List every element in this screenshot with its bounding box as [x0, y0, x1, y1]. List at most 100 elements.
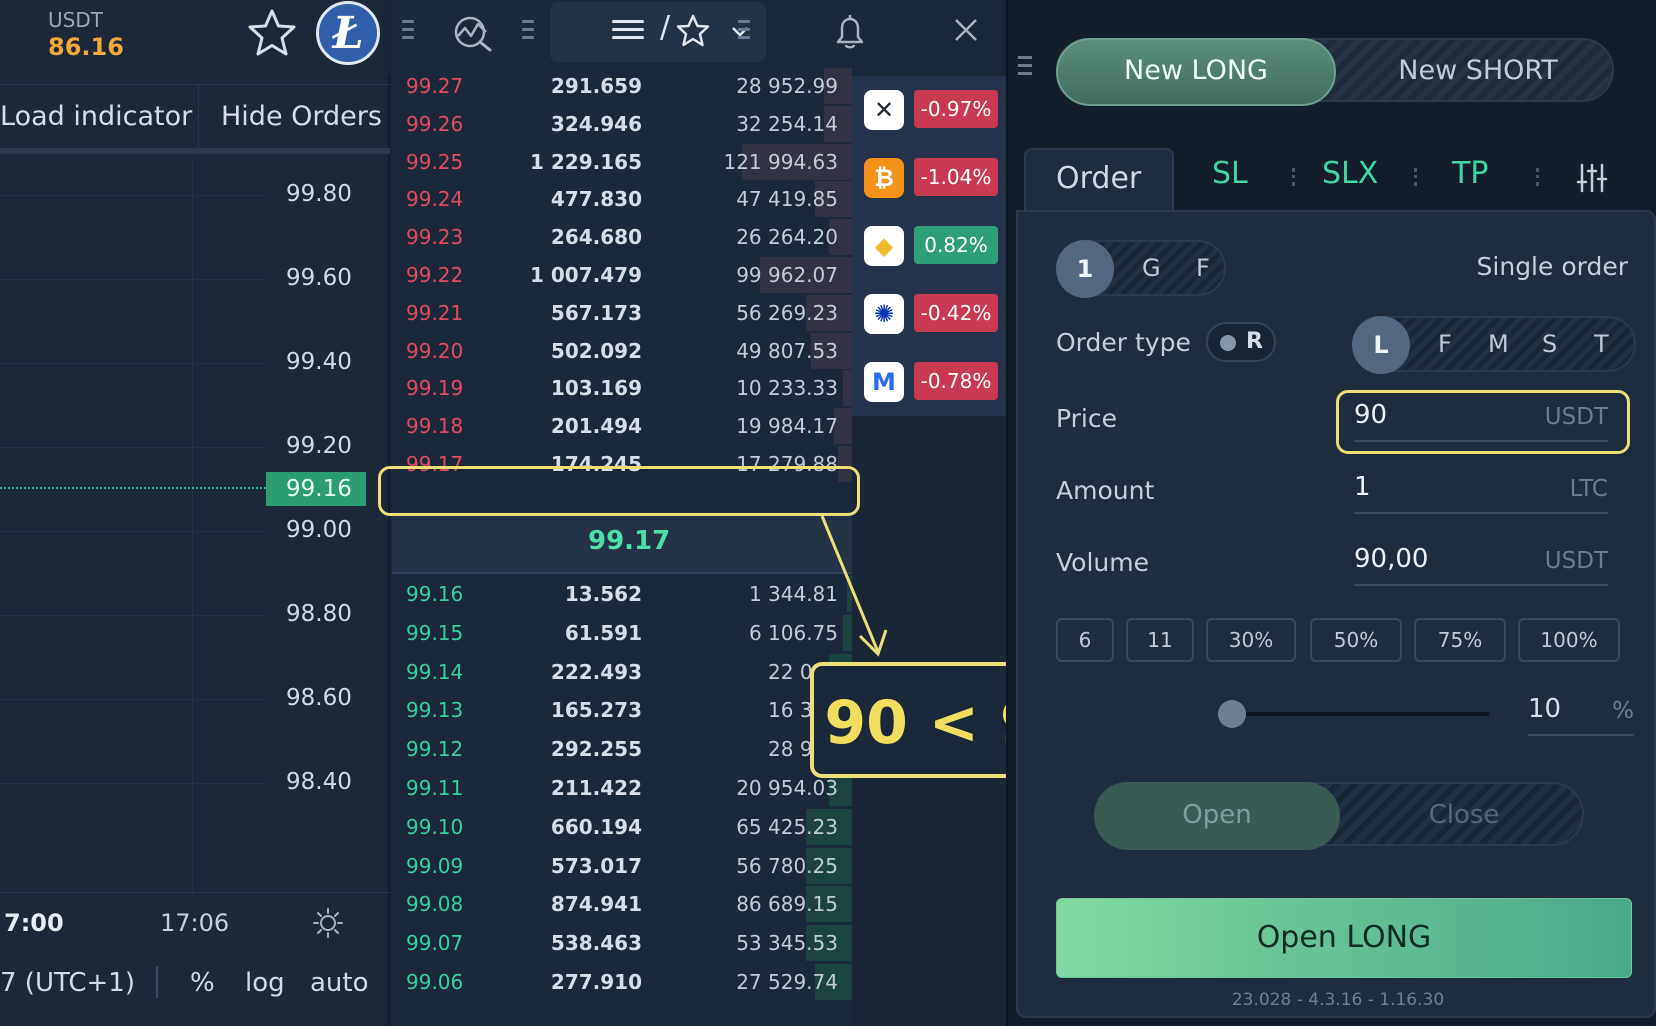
bid-row[interactable]: 99.11 211.422 20 954.03	[392, 768, 852, 808]
open-long-button[interactable]: Open LONG	[1056, 898, 1632, 978]
row-amount: 660.194	[550, 814, 642, 839]
ask-row[interactable]: 99.21 567.173 56 269.23	[392, 293, 852, 333]
watchlist-item[interactable]: ✺ -0.42%	[852, 280, 1006, 348]
bid-row[interactable]: 99.13 165.273 16 383	[392, 690, 852, 730]
row-total: 121 994.63	[723, 149, 838, 174]
ask-row[interactable]: 99.22 1 007.479 99 962.07	[392, 255, 852, 295]
drag-handle-icon[interactable]	[522, 20, 534, 44]
ask-row[interactable]: 99.23 264.680 26 264.20	[392, 217, 852, 257]
leverage-value: 10	[1528, 694, 1562, 724]
new-short-button[interactable]: New SHORT	[1340, 40, 1616, 104]
tab-sl[interactable]: SL	[1212, 156, 1248, 191]
exec-trailing-button[interactable]: T	[1594, 330, 1609, 358]
order-type-label: Order type	[1056, 328, 1191, 357]
drag-handle-icon[interactable]	[738, 20, 750, 44]
timezone-label[interactable]: 7 (UTC+1)	[0, 968, 135, 998]
chart-footer: 7 (UTC+1) % log auto	[0, 956, 390, 1016]
ask-row[interactable]: 99.24 477.830 47 419.85	[392, 179, 852, 219]
leverage-field[interactable]: 10 %	[1528, 688, 1634, 736]
exec-stop-button[interactable]: S	[1542, 330, 1557, 358]
mode-f-button[interactable]: F	[1196, 254, 1210, 282]
watchlist-item[interactable]: ◆ 0.82%	[852, 212, 1006, 280]
price-axis-label: 99.80	[286, 181, 352, 207]
percent-scale-toggle[interactable]: %	[190, 968, 215, 998]
row-price: 99.20	[406, 338, 464, 363]
star-icon[interactable]	[246, 8, 298, 58]
ask-row[interactable]: 99.27 291.659 28 952.99	[392, 66, 852, 106]
row-total: 28 952.99	[736, 74, 838, 98]
bid-row[interactable]: 99.07 538.463 53 345.53	[392, 923, 852, 963]
ask-row[interactable]: 99.26 324.946 32 254.14	[392, 104, 852, 144]
row-price: 99.10	[406, 814, 464, 839]
close-icon[interactable]	[952, 16, 980, 44]
order-mode-toggle: 1 G F	[1056, 240, 1226, 298]
volume-value: 90,00	[1354, 544, 1429, 574]
exec-f-button[interactable]: F	[1438, 330, 1452, 358]
row-amount: 13.562	[564, 582, 642, 606]
ask-row[interactable]: 99.18 201.494 19 984.17	[392, 406, 852, 446]
bid-row[interactable]: 99.16 13.562 1 344.81	[392, 574, 852, 614]
preset-button[interactable]: 6	[1056, 618, 1114, 662]
hide-orders-button[interactable]: Hide Orders	[198, 85, 390, 149]
drag-handle-icon[interactable]	[402, 20, 414, 44]
auto-scale-toggle[interactable]: auto	[310, 968, 369, 998]
preset-50-button[interactable]: 50%	[1310, 618, 1402, 662]
row-price: 99.24	[406, 187, 464, 212]
watchlist-item[interactable]: ✕ -0.97%	[852, 76, 1006, 144]
volume-unit: USDT	[1544, 548, 1608, 574]
row-amount: 292.255	[550, 737, 642, 762]
tab-order[interactable]: Order	[1024, 148, 1174, 212]
tab-tp[interactable]: TP	[1452, 156, 1488, 191]
brightness-icon[interactable]	[312, 907, 344, 939]
bell-icon[interactable]	[830, 12, 870, 52]
quote-price: 86.16	[48, 33, 124, 61]
order-book-view-select[interactable]: /	[550, 2, 766, 62]
ask-row[interactable]: 99.20 502.092 49 807.53	[392, 331, 852, 371]
close-button[interactable]: Close	[1342, 784, 1586, 848]
bid-row[interactable]: 99.15 61.591 6 106.75	[392, 613, 852, 653]
leverage-slider[interactable]	[1228, 712, 1490, 716]
mode-single-button[interactable]: 1	[1056, 240, 1114, 298]
bid-row[interactable]: 99.14 222.493 22 057	[392, 652, 852, 692]
row-total: 56 269.23	[736, 300, 838, 325]
amount-field[interactable]: 1 LTC	[1354, 466, 1608, 514]
exec-limit-button[interactable]: L	[1352, 316, 1410, 374]
preset-75-button[interactable]: 75%	[1414, 618, 1506, 662]
chart-header: USDT 86.16 Ł	[0, 0, 390, 74]
bid-row[interactable]: 99.10 660.194 65 425.23	[392, 807, 852, 847]
price-axis-label: 98.40	[286, 769, 352, 795]
row-amount: 277.910	[550, 970, 642, 994]
new-long-button[interactable]: New LONG	[1056, 38, 1336, 106]
watchlist-item[interactable]: M -0.78%	[852, 348, 1006, 416]
ask-row[interactable]: 99.19 103.169 10 233.33	[392, 368, 852, 408]
divider	[1536, 168, 1539, 186]
row-amount: 538.463	[550, 931, 642, 956]
ask-row[interactable]: 99.25 1 229.165 121 994.63	[392, 142, 852, 182]
current-price-line	[0, 487, 266, 489]
settings-sliders-icon[interactable]	[1576, 162, 1608, 194]
exec-market-button[interactable]: M	[1488, 330, 1509, 358]
order-execution-toggle: L F M S T	[1352, 316, 1636, 374]
load-indicator-button[interactable]: Load indicator	[0, 85, 192, 149]
bid-row[interactable]: 99.12 292.255 28 968	[392, 729, 852, 769]
open-button[interactable]: Open	[1094, 782, 1340, 850]
preset-button[interactable]: 11	[1126, 618, 1194, 662]
preset-30-button[interactable]: 30%	[1206, 618, 1296, 662]
divider	[156, 966, 158, 998]
log-scale-toggle[interactable]: log	[245, 968, 285, 998]
row-amount: 201.494	[550, 414, 642, 439]
bid-row[interactable]: 99.08 874.941 86 689.15	[392, 884, 852, 924]
bid-row[interactable]: 99.06 277.910 27 529.74	[392, 962, 852, 1002]
slider-handle[interactable]	[1218, 700, 1246, 728]
bid-row[interactable]: 99.09 573.017 56 780.25	[392, 846, 852, 886]
analysis-icon[interactable]	[452, 12, 494, 52]
watchlist-item[interactable]: ₿ -1.04%	[852, 144, 1006, 212]
volume-field[interactable]: 90,00 USDT	[1354, 538, 1608, 586]
price-chart[interactable]: 99.80 99.60 99.40 99.20 99.00 98.80 98.60 98.40…	[0, 160, 390, 892]
preset-100-button[interactable]: 100%	[1518, 618, 1620, 662]
drag-handle-icon[interactable]	[1018, 56, 1032, 80]
tab-slx[interactable]: SLX	[1322, 156, 1378, 191]
mode-grid-button[interactable]: G	[1142, 254, 1161, 282]
r-toggle[interactable]: R	[1206, 322, 1276, 362]
litecoin-icon: Ł	[316, 1, 380, 65]
